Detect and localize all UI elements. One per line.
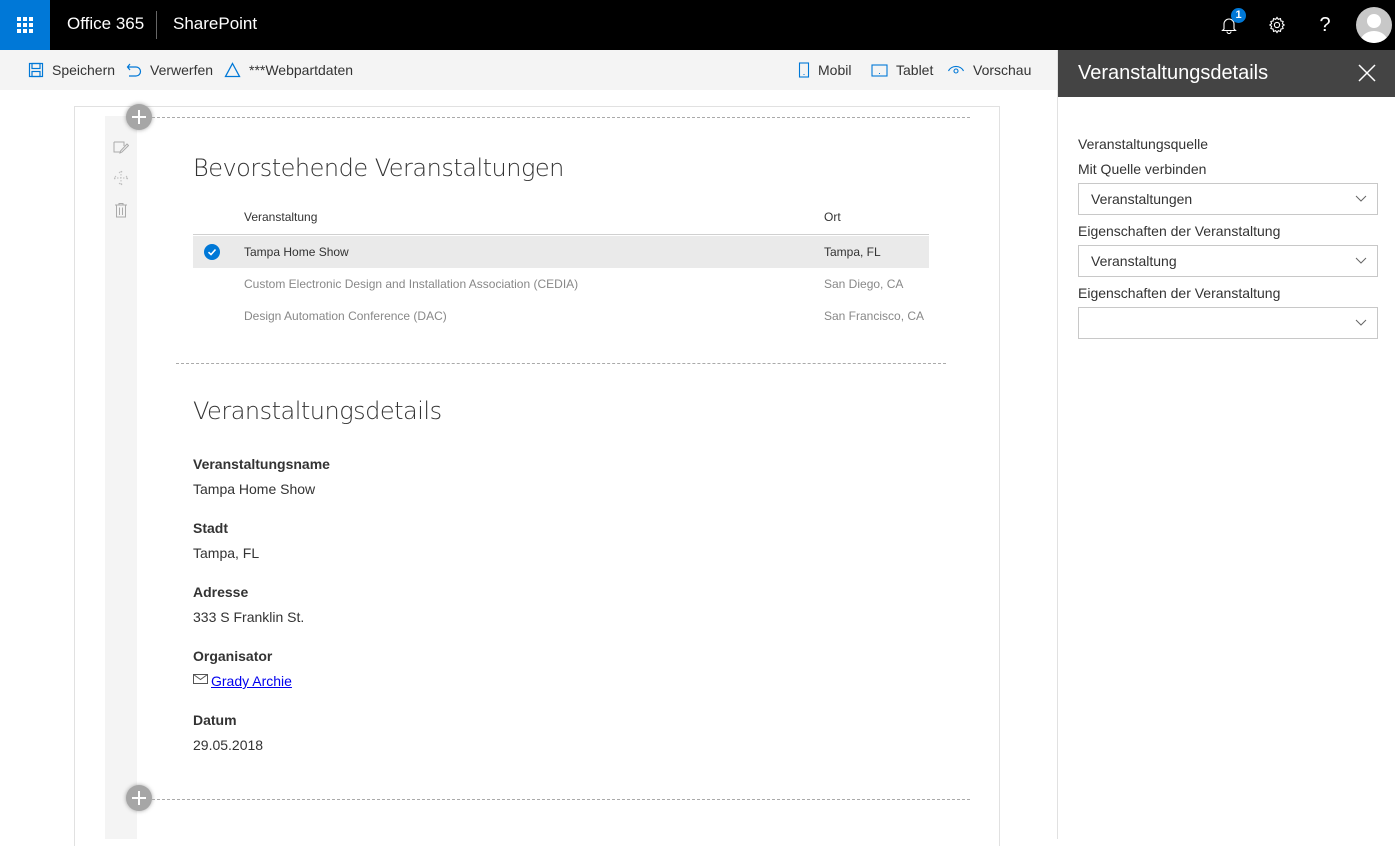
notification-badge: 1 — [1231, 8, 1246, 23]
help-icon: ? — [1319, 13, 1331, 36]
brand-divider — [156, 11, 157, 39]
source-dropdown[interactable]: Veranstaltungen — [1078, 183, 1378, 215]
field-label: Organisator — [193, 648, 273, 664]
event-location: Tampa, FL — [824, 245, 881, 259]
event-name: Tampa Home Show — [244, 245, 349, 259]
preview-button[interactable]: Vorschau — [947, 50, 1031, 90]
event-property-dropdown-2[interactable] — [1078, 307, 1378, 339]
command-bar: Speichern Verwerfen ***Webpartdaten Mobi… — [0, 50, 1057, 90]
chevron-down-icon — [1355, 319, 1367, 326]
close-icon[interactable] — [1356, 62, 1378, 84]
column-header-event[interactable]: Veranstaltung — [244, 210, 317, 224]
mobile-label: Mobil — [818, 62, 852, 78]
discard-button[interactable]: Verwerfen — [126, 50, 213, 90]
delete-webpart-icon[interactable] — [113, 202, 129, 218]
notifications-button[interactable]: 1 — [1205, 0, 1253, 50]
details-webpart-title: Veranstaltungsdetails — [193, 397, 442, 425]
undo-icon — [126, 63, 142, 77]
discard-label: Verwerfen — [150, 62, 214, 78]
checkmark-icon[interactable] — [204, 244, 220, 260]
app-launcher-button[interactable] — [0, 0, 50, 50]
event-property-dropdown[interactable]: Veranstaltung — [1078, 245, 1378, 277]
section-divider-bottom — [152, 799, 970, 800]
field-value: 29.05.2018 — [193, 737, 264, 753]
organizer-link[interactable]: Grady Archie — [211, 673, 292, 689]
column-header-location[interactable]: Ort — [824, 210, 841, 224]
office-365-link[interactable]: Office 365 — [67, 14, 144, 34]
events-table-header: Veranstaltung Ort — [193, 205, 929, 235]
phone-icon — [798, 62, 810, 78]
field-label: Eigenschaften der Veranstaltung — [1078, 285, 1281, 301]
triangle-icon — [224, 62, 241, 78]
save-icon — [28, 62, 44, 78]
person-icon — [1360, 14, 1388, 43]
event-name: Design Automation Conference (DAC) — [244, 309, 447, 323]
dropdown-value: Veranstaltung — [1091, 253, 1177, 269]
field-label: Datum — [193, 712, 237, 728]
gear-icon — [1268, 16, 1286, 34]
eye-icon — [947, 65, 965, 74]
field-label: Adresse — [193, 584, 249, 600]
section-divider-top — [152, 117, 970, 118]
field-label: Veranstaltungsname — [193, 456, 330, 472]
event-location: San Diego, CA — [824, 277, 904, 291]
tablet-icon — [871, 64, 888, 77]
table-row[interactable]: Design Automation Conference (DAC) San F… — [193, 300, 929, 332]
events-webpart-title: Bevorstehende Veranstaltungen — [193, 154, 564, 182]
dropdown-value: Veranstaltungen — [1091, 191, 1193, 207]
settings-button[interactable] — [1253, 0, 1301, 50]
field-label: Eigenschaften der Veranstaltung — [1078, 223, 1281, 239]
property-pane-header: Veranstaltungsdetails — [1058, 50, 1395, 97]
webpart-data-label: ***Webpartdaten — [249, 62, 354, 78]
group-label: Veranstaltungsquelle — [1078, 136, 1208, 152]
move-webpart-icon[interactable] — [113, 170, 129, 186]
suite-bar: Office 365 SharePoint 1 ? — [0, 0, 1395, 50]
event-location: San Francisco, CA — [824, 309, 925, 323]
edit-webpart-icon[interactable] — [113, 140, 129, 156]
save-button[interactable]: Speichern — [28, 50, 115, 90]
waffle-icon — [17, 17, 33, 33]
organizer-value: Grady Archie — [193, 673, 292, 689]
tablet-view-button[interactable]: Tablet — [871, 50, 933, 90]
property-pane-title: Veranstaltungsdetails — [1078, 62, 1269, 84]
save-label: Speichern — [52, 62, 116, 78]
field-value: 333 S Franklin St. — [193, 609, 305, 625]
mail-icon — [193, 673, 208, 684]
table-row[interactable]: Tampa Home Show Tampa, FL — [193, 236, 929, 268]
property-pane: Veranstaltungsdetails Veranstaltungsquel… — [1057, 50, 1395, 839]
field-value: Tampa, FL — [193, 545, 260, 561]
mobile-view-button[interactable]: Mobil — [798, 50, 851, 90]
webpart-data-button[interactable]: ***Webpartdaten — [224, 50, 353, 90]
add-section-top-button[interactable] — [126, 104, 152, 130]
preview-label: Vorschau — [973, 62, 1032, 78]
chevron-down-icon — [1355, 195, 1367, 202]
field-label: Stadt — [193, 520, 228, 536]
user-avatar[interactable] — [1356, 7, 1392, 43]
field-label: Mit Quelle verbinden — [1078, 161, 1207, 177]
chevron-down-icon — [1355, 257, 1367, 264]
help-button[interactable]: ? — [1301, 0, 1349, 50]
field-value: Tampa Home Show — [193, 481, 316, 497]
tablet-label: Tablet — [896, 62, 934, 78]
event-name: Custom Electronic Design and Installatio… — [244, 277, 579, 291]
webpart-divider — [176, 363, 946, 364]
webpart-toolbar — [105, 116, 137, 839]
table-row[interactable]: Custom Electronic Design and Installatio… — [193, 268, 929, 300]
sharepoint-link[interactable]: SharePoint — [173, 14, 257, 34]
add-section-bottom-button[interactable] — [126, 785, 152, 811]
